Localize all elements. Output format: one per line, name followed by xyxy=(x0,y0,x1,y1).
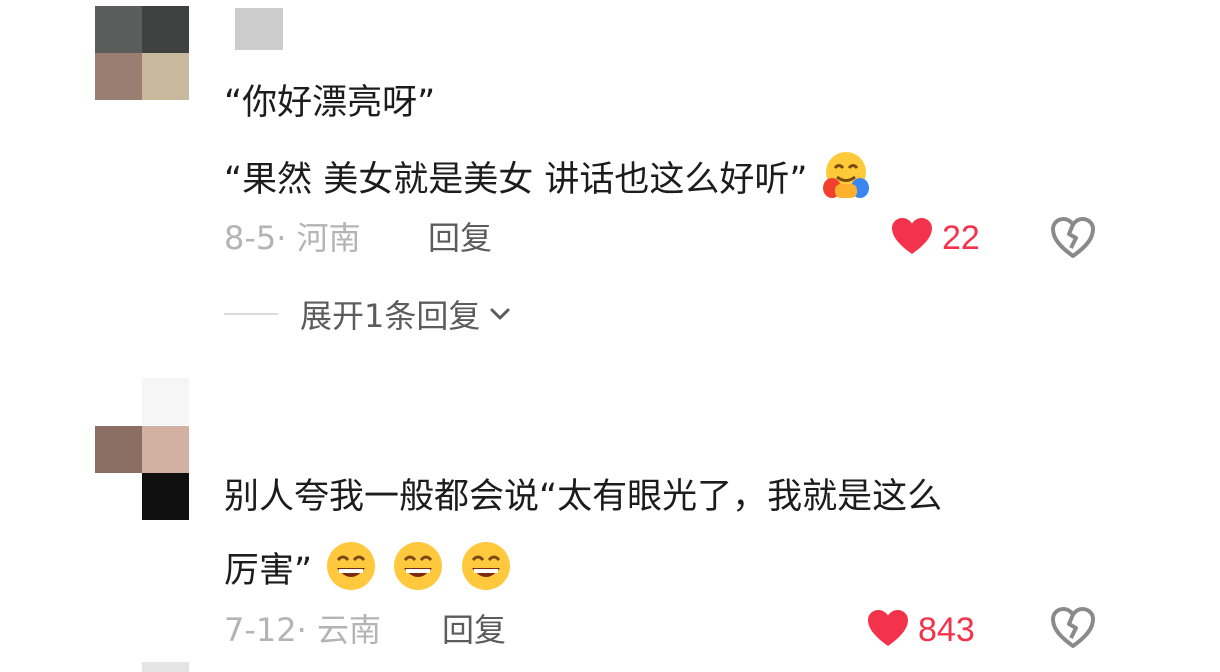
chevron-down-icon xyxy=(488,306,512,322)
broken-heart-icon[interactable] xyxy=(1050,606,1096,650)
like-button[interactable]: 843 xyxy=(866,608,975,652)
reply-button[interactable]: 回复 xyxy=(428,218,492,258)
like-button[interactable]: 22 xyxy=(890,216,980,260)
expand-replies-label: 展开1条回复 xyxy=(300,297,481,335)
avatar-fragment xyxy=(142,378,189,425)
heart-filled-icon xyxy=(866,608,910,652)
divider xyxy=(224,313,278,315)
comment-text-content: 厉害” xyxy=(224,551,313,591)
heart-filled-icon xyxy=(890,216,934,260)
next-avatar-fragment xyxy=(142,662,189,672)
grinning-face-icon xyxy=(323,540,379,604)
comment-item: “你好漂亮呀” “果然 美女就是美女 讲话也这么好听” 8-5· 河南 回复 2… xyxy=(0,0,1220,340)
hugging-face-icon xyxy=(819,150,873,212)
comment-text-line: 厉害” xyxy=(224,540,514,604)
comment-text-line: 别人夸我一般都会说“太有眼光了，我就是这么 xyxy=(224,477,943,517)
like-count: 843 xyxy=(918,610,975,649)
grinning-face-icon xyxy=(390,540,446,604)
like-count: 22 xyxy=(942,218,980,257)
broken-heart-icon[interactable] xyxy=(1050,216,1096,260)
reply-button[interactable]: 回复 xyxy=(442,610,506,650)
comment-text-content: “果然 美女就是美女 讲话也这么好听” xyxy=(224,160,808,200)
avatar[interactable] xyxy=(95,6,189,100)
expand-replies-button[interactable]: 展开1条回复 xyxy=(224,294,512,335)
comment-text-line: “果然 美女就是美女 讲话也这么好听” xyxy=(224,150,873,212)
comment-date-location: 7-12· 云南 xyxy=(224,611,381,649)
comment-date-location: 8-5· 河南 xyxy=(224,219,361,257)
comment-text-line: “你好漂亮呀” xyxy=(224,83,436,123)
comment-item: 别人夸我一般都会说“太有眼光了，我就是这么 厉害” 7-12· 云南 回复 84… xyxy=(0,370,1220,672)
avatar[interactable] xyxy=(95,426,189,520)
grinning-face-icon xyxy=(458,540,514,604)
username-redacted[interactable] xyxy=(235,8,283,50)
